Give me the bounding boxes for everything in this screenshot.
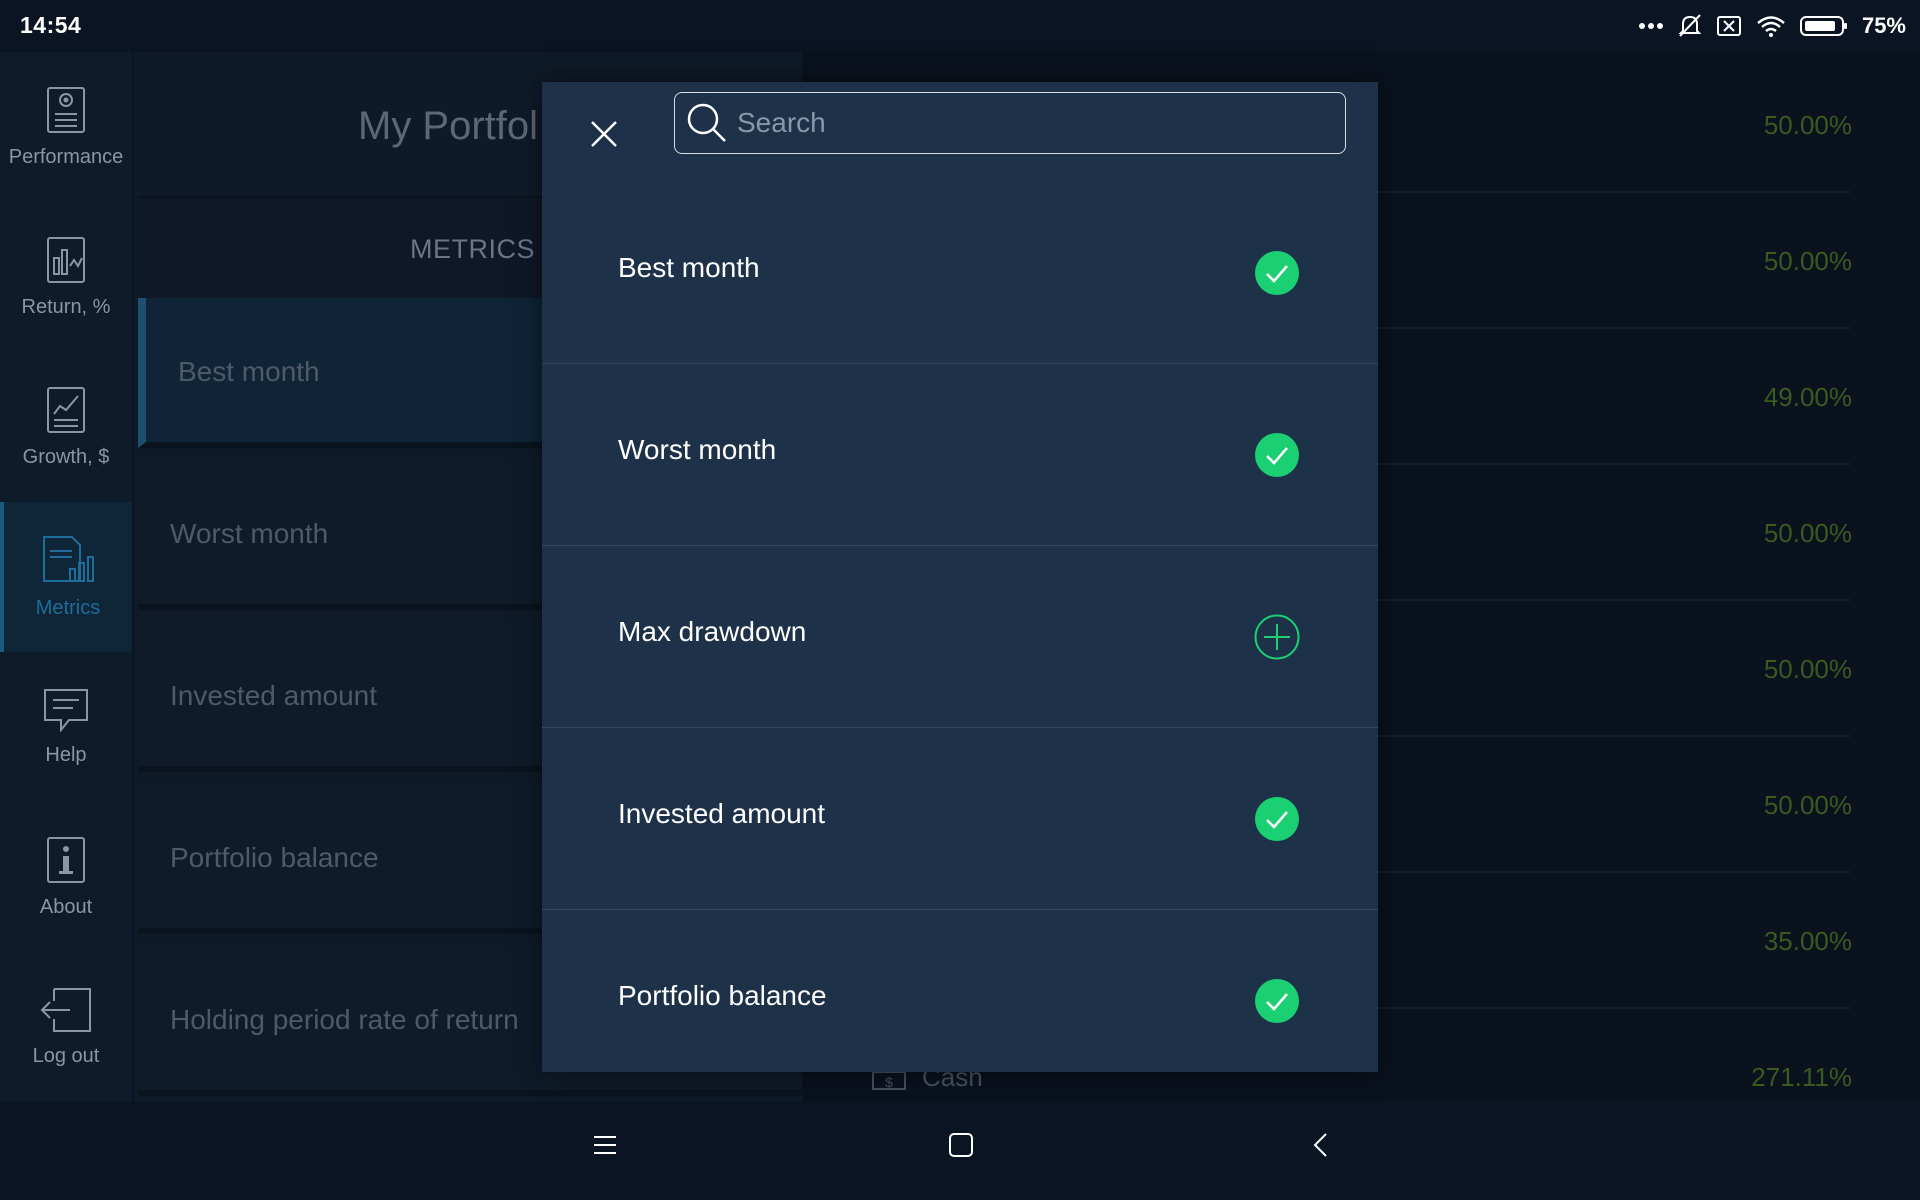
nav-item-logout[interactable]: Log out bbox=[0, 952, 132, 1102]
wifi-icon bbox=[1757, 16, 1785, 37]
option-label: Invested amount bbox=[618, 798, 826, 829]
growth-chart-icon bbox=[47, 386, 85, 433]
more-dots-icon bbox=[1638, 23, 1663, 29]
nav-item-metrics[interactable]: Metrics bbox=[0, 502, 132, 652]
nav-item-growth[interactable]: Growth, $ bbox=[0, 352, 132, 502]
close-icon bbox=[591, 121, 617, 147]
nav-label-metrics: Metrics bbox=[35, 596, 101, 619]
metric-value: 271.11% bbox=[1751, 1062, 1852, 1092]
metric-picker-modal: Best month Worst month Max drawdown Inve… bbox=[542, 82, 1378, 1072]
nav-item-about[interactable]: About bbox=[0, 802, 132, 952]
nav-label-logout: Log out bbox=[32, 1044, 100, 1067]
battery-percent: 75% bbox=[1861, 13, 1906, 38]
home-square-icon bbox=[949, 1133, 973, 1157]
add-circle-icon bbox=[1254, 614, 1300, 660]
nav-label-return: Return, % bbox=[21, 295, 111, 318]
option-toggle[interactable] bbox=[1254, 250, 1300, 296]
close-button[interactable] bbox=[576, 106, 632, 162]
status-time: 14:54 bbox=[20, 12, 82, 38]
divider bbox=[1372, 463, 1850, 465]
metric-row-label: Worst month bbox=[170, 518, 329, 549]
metric-value: 50.00% bbox=[1763, 654, 1852, 684]
metric-value: 35.00% bbox=[1763, 926, 1852, 956]
option-toggle[interactable] bbox=[1254, 978, 1300, 1024]
metric-value: 50.00% bbox=[1763, 518, 1852, 548]
divider bbox=[1372, 599, 1850, 601]
return-chart-icon bbox=[47, 236, 85, 283]
metric-value: 50.00% bbox=[1763, 246, 1852, 276]
nav-item-performance[interactable]: Performance bbox=[0, 52, 132, 202]
nav-label-help: Help bbox=[45, 743, 87, 766]
metric-value: 50.00% bbox=[1763, 790, 1852, 820]
system-nav-bar bbox=[0, 1102, 1920, 1200]
option-label: Max drawdown bbox=[618, 616, 807, 647]
menu-icon bbox=[594, 1136, 616, 1154]
metric-row-label: Best month bbox=[178, 356, 320, 387]
search-input[interactable] bbox=[735, 106, 1315, 140]
home-button[interactable] bbox=[948, 1132, 974, 1163]
option-invested-amount[interactable]: Invested amount bbox=[542, 728, 1378, 910]
metric-value: 49.00% bbox=[1763, 382, 1852, 412]
search-box[interactable] bbox=[674, 92, 1346, 154]
sim-disabled-icon bbox=[1716, 16, 1741, 36]
option-portfolio-balance[interactable]: Portfolio balance bbox=[542, 910, 1378, 1092]
back-button[interactable] bbox=[1308, 1132, 1334, 1163]
metric-row-label: Invested amount bbox=[170, 680, 378, 711]
option-toggle[interactable] bbox=[1254, 432, 1300, 478]
metric-row-label: Portfolio balance bbox=[170, 842, 379, 873]
metric-row-label: Holding period rate of return bbox=[170, 1004, 519, 1035]
nav-label-performance: Performance bbox=[8, 145, 124, 168]
check-circle-icon bbox=[1255, 433, 1299, 477]
metric-value: 50.00% bbox=[1763, 110, 1852, 140]
help-icon bbox=[44, 688, 88, 732]
option-max-drawdown[interactable]: Max drawdown bbox=[542, 546, 1378, 728]
option-list: Best month Worst month Max drawdown Inve… bbox=[542, 182, 1378, 1092]
nav-item-help[interactable]: Help bbox=[0, 652, 132, 802]
nav-label-about: About bbox=[39, 895, 93, 918]
status-bar: 14:54 75% bbox=[0, 0, 1920, 52]
metrics-icon bbox=[43, 535, 94, 582]
search-icon bbox=[687, 103, 726, 142]
metrics-header-label: METRICS bbox=[410, 234, 535, 264]
check-circle-icon bbox=[1255, 979, 1299, 1023]
nav-label-growth: Growth, $ bbox=[22, 445, 110, 468]
page-title: My Portfol bbox=[358, 104, 539, 148]
menu-button[interactable] bbox=[592, 1132, 618, 1163]
check-circle-icon bbox=[1255, 797, 1299, 841]
performance-icon bbox=[47, 86, 85, 133]
option-toggle[interactable] bbox=[1254, 796, 1300, 842]
option-label: Worst month bbox=[618, 434, 777, 465]
divider bbox=[1372, 871, 1850, 873]
nav-rail: Performance Return, % Growth, $ Metrics … bbox=[0, 52, 132, 1102]
divider bbox=[1372, 327, 1850, 329]
status-icons: 75% bbox=[1638, 10, 1906, 42]
option-toggle[interactable] bbox=[1254, 614, 1300, 660]
option-worst-month[interactable]: Worst month bbox=[542, 364, 1378, 546]
option-label: Portfolio balance bbox=[618, 980, 827, 1011]
divider bbox=[1372, 191, 1850, 193]
muted-bell-icon bbox=[1678, 14, 1702, 37]
battery-icon bbox=[1799, 16, 1847, 36]
check-circle-icon bbox=[1255, 251, 1299, 295]
option-best-month[interactable]: Best month bbox=[542, 182, 1378, 364]
option-label: Best month bbox=[618, 252, 760, 283]
nav-item-return[interactable]: Return, % bbox=[0, 202, 132, 352]
logout-icon bbox=[40, 987, 91, 1032]
divider bbox=[1372, 1007, 1850, 1009]
back-chevron-icon bbox=[1313, 1133, 1327, 1157]
about-icon bbox=[47, 836, 85, 883]
divider bbox=[1372, 735, 1850, 737]
